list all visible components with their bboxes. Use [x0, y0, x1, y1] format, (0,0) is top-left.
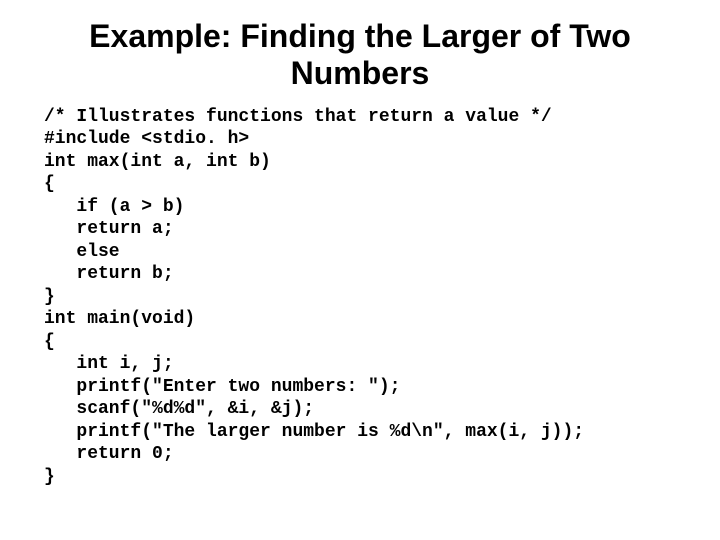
- slide: Example: Finding the Larger of Two Numbe…: [0, 0, 720, 540]
- slide-title: Example: Finding the Larger of Two Numbe…: [44, 18, 676, 92]
- code-listing: /* Illustrates functions that return a v…: [44, 106, 676, 489]
